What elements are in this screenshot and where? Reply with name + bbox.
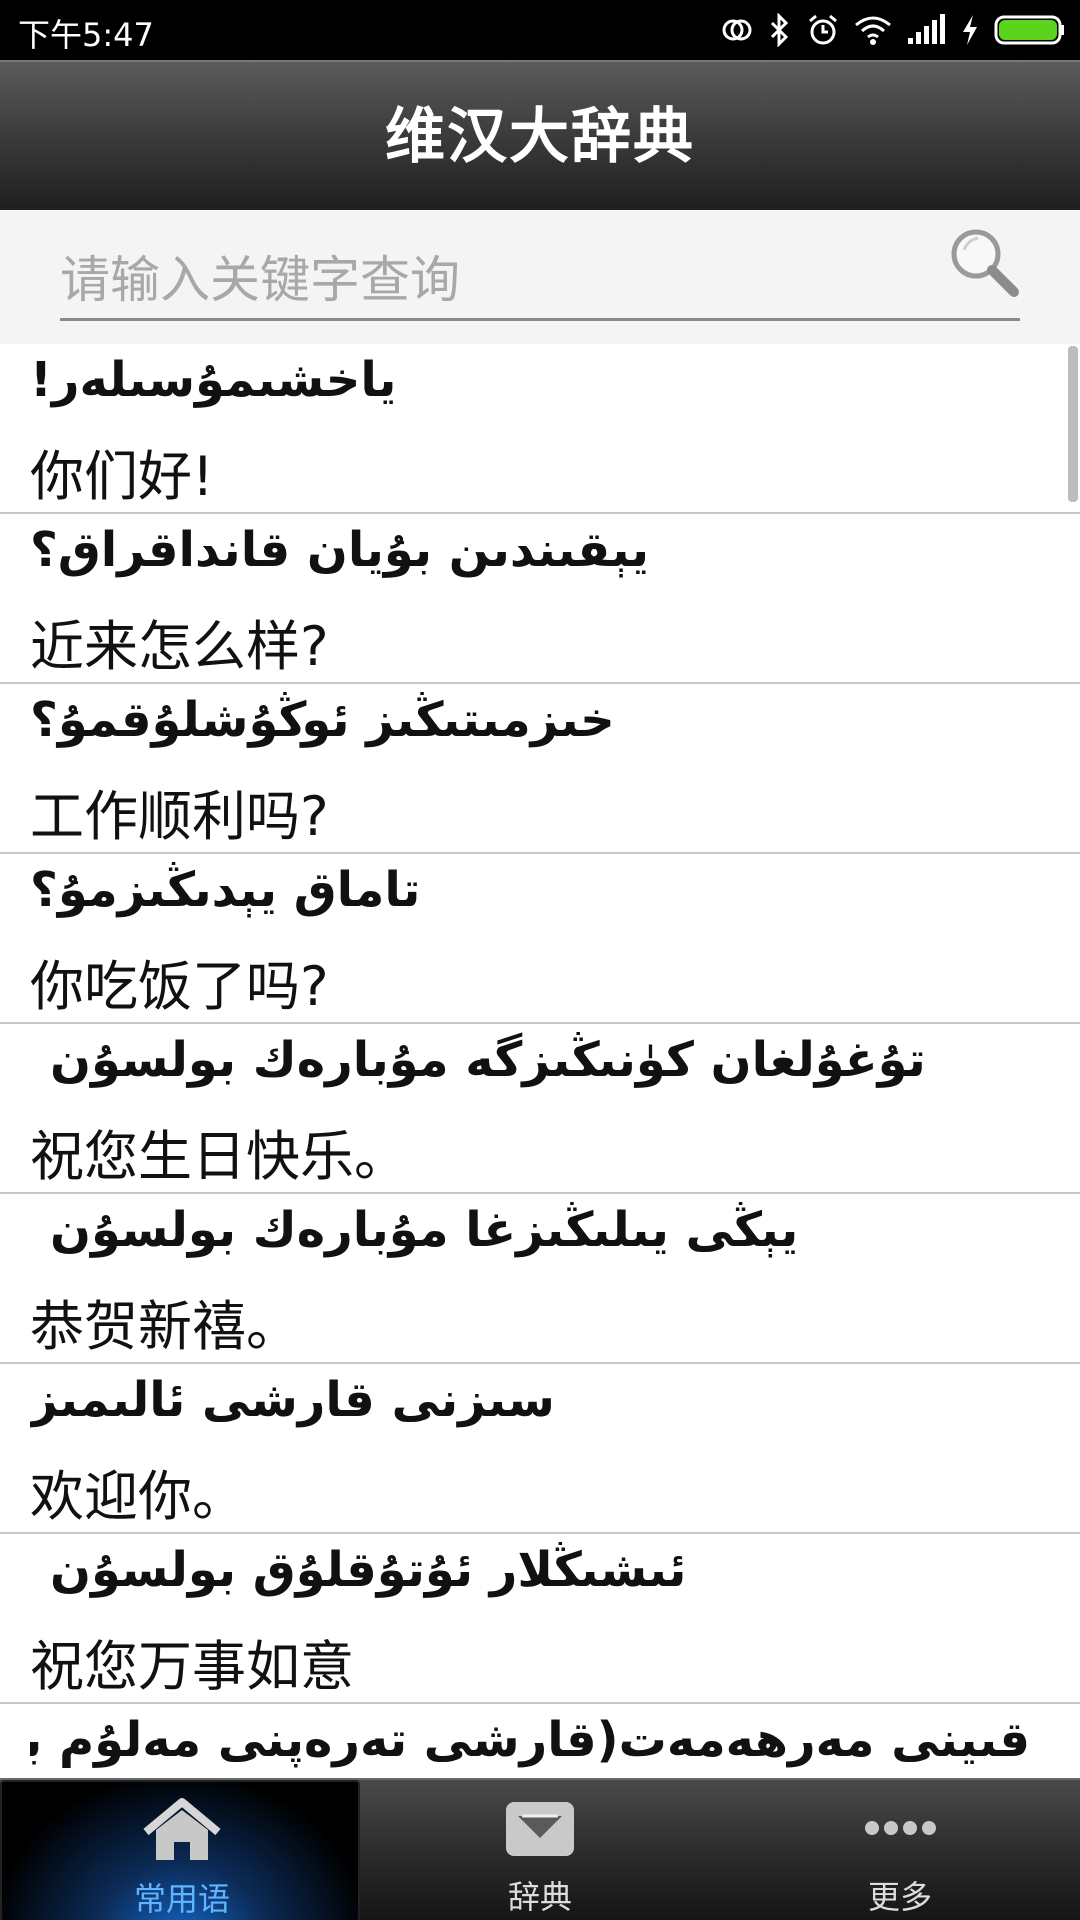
wifi-icon: [855, 16, 891, 45]
uyghur-text: خىزمىتىڭىز ئوڭۇشلۇقمۇ؟: [30, 692, 615, 748]
sync-icon: [722, 19, 752, 41]
chinese-text: 工作顺利吗?: [30, 785, 329, 848]
more-dots-icon: [865, 1821, 936, 1835]
list-item[interactable]: قىينى مەرھەمەت(قارشى تەرەپنى مەلۇم بىر ئ…: [0, 1704, 1080, 1778]
search-input[interactable]: [60, 240, 920, 320]
uyghur-text: تۇغۇلغان كۈنىڭىزگە مۇبارەك بولسۇن: [50, 1032, 926, 1088]
tab-common-phrases[interactable]: 常用语: [0, 1780, 360, 1920]
scrollbar[interactable]: [1068, 346, 1078, 502]
list-item[interactable]: ئىشىڭلار ئۇتۇقلۇق بولسۇن 祝您万事如意: [0, 1534, 1080, 1704]
tab-label: 更多: [867, 1878, 932, 1916]
search-icon[interactable]: [944, 222, 1024, 302]
list-item[interactable]: ياخشىمۇسىلەر! 你们好!: [0, 344, 1080, 514]
uyghur-text: ياخشىمۇسىلەر!: [30, 352, 397, 408]
chinese-text: 欢迎你。: [30, 1465, 246, 1528]
uyghur-text: تاماق يېدىڭىزمۇ؟: [30, 862, 421, 918]
page-title: 维汉大辞典: [385, 102, 695, 172]
list-item[interactable]: يېڭى يىلىڭىزغا مۇبارەك بولسۇن 恭贺新禧。: [0, 1194, 1080, 1364]
home-icon: [143, 1798, 221, 1860]
uyghur-text: قىينى مەرھەمەت(قارشى تەرەپنى مەلۇم بىر ئ…: [30, 1712, 1030, 1768]
inbox-icon: [506, 1802, 574, 1856]
list-item[interactable]: سىزنى قارشى ئالىمىز 欢迎你。: [0, 1364, 1080, 1534]
uyghur-text: ئىشىڭلار ئۇتۇقلۇق بولسۇن: [50, 1542, 687, 1598]
uyghur-text: يېڭى يىلىڭىزغا مۇبارەك بولسۇن: [50, 1202, 799, 1258]
chinese-text: 近来怎么样?: [30, 615, 329, 678]
charging-icon: [963, 15, 977, 45]
tab-dictionary[interactable]: 辞典: [360, 1780, 720, 1920]
search-underline: [60, 318, 1020, 321]
tab-label: 辞典: [507, 1878, 572, 1916]
list-item[interactable]: يېقىندىن بۇيان قانداقراق؟ 近来怎么样?: [0, 514, 1080, 684]
status-bar: 下午5:47: [0, 0, 1080, 60]
chinese-text: 祝您生日快乐。: [30, 1125, 408, 1188]
bottom-nav: 常用语 辞典 更多: [0, 1778, 1080, 1920]
chinese-text: 你们好!: [30, 445, 214, 508]
chinese-text: 祝您万事如意: [30, 1635, 354, 1698]
uyghur-text: يېقىندىن بۇيان قانداقراق؟: [30, 522, 650, 578]
list-item[interactable]: تۇغۇلغان كۈنىڭىزگە مۇبارەك بولسۇن 祝您生日快乐…: [0, 1024, 1080, 1194]
tab-label: 常用语: [133, 1880, 230, 1918]
alarm-icon: [809, 14, 837, 45]
chinese-text: 恭贺新禧。: [30, 1295, 300, 1358]
signal-icon: [908, 14, 945, 44]
bluetooth-icon: [770, 13, 789, 47]
phrase-list: ياخشىمۇسىلەر! 你们好! يېقىندىن بۇيان قانداق…: [0, 344, 1080, 1778]
list-item[interactable]: خىزمىتىڭىز ئوڭۇشلۇقمۇ؟ 工作顺利吗?: [0, 684, 1080, 854]
status-icons: [720, 10, 1066, 50]
chinese-text: 你吃饭了吗?: [30, 955, 329, 1018]
status-time: 下午5:47: [18, 16, 154, 54]
battery-icon: [994, 15, 1064, 45]
tab-more[interactable]: 更多: [720, 1780, 1080, 1920]
list-item[interactable]: تاماق يېدىڭىزمۇ؟ 你吃饭了吗?: [0, 854, 1080, 1024]
title-bar: 维汉大辞典: [0, 60, 1080, 210]
uyghur-text: سىزنى قارشى ئالىمىز: [30, 1372, 555, 1428]
